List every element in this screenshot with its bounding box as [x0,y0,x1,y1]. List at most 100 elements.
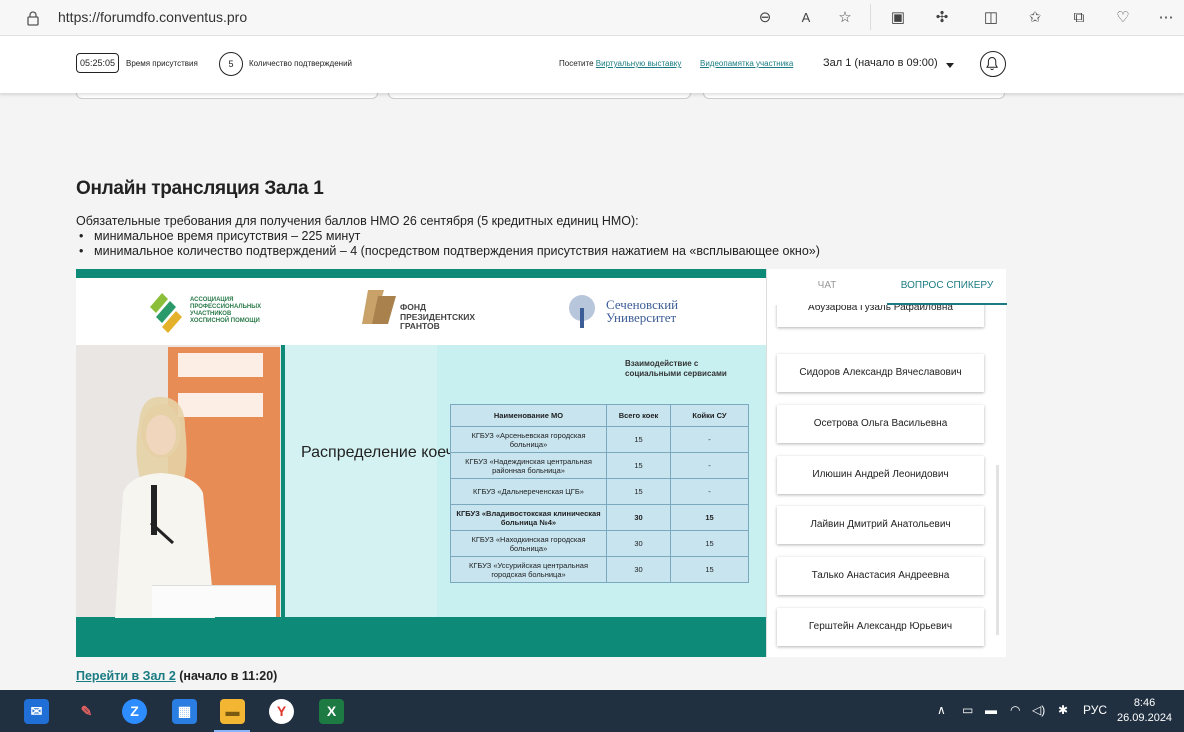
requirement-item: минимальное количество подтверждений – 4… [76,244,820,259]
scrollbar[interactable] [996,465,999,635]
split-screen-icon[interactable]: ◫ [980,7,1002,29]
speaker-card[interactable]: Сидоров Александр Вячеславович [777,354,984,392]
table-header: Койки СУ [670,404,749,427]
table-cell: - [670,478,749,505]
next-hall-time: (начало в 11:20) [175,669,278,683]
virtual-exhibition-link[interactable]: Виртуальную выставку [596,59,682,68]
clock[interactable]: 8:46 26.09.2024 [1117,696,1172,726]
table-row: КГБУЗ «Уссурийская центральная городская… [450,556,749,583]
visit-text: Посетите Виртуальную выставку [559,59,681,68]
participant-memo-link[interactable]: Видеопамятка участника [700,59,793,68]
chevron-up-icon[interactable]: ∧ [937,703,946,717]
tab-ask-speaker[interactable]: ВОПРОС СПИКЕРУ [887,269,1007,305]
zoom-icon[interactable]: ⊖ [754,7,776,29]
association-logo-icon [150,293,182,333]
read-aloud-icon[interactable]: A [795,7,817,29]
table-cell: 15 [606,426,671,453]
chevron-down-icon[interactable] [946,63,954,68]
video-player[interactable]: АССОЦИАЦИЯ ПРОФЕССИОНАЛЬНЫХ УЧАСТНИКОВ Х… [76,269,766,657]
hall-select[interactable]: Зал 1 (начало в 09:00) [823,57,938,69]
requirements: Обязательные требования для получения ба… [76,214,820,259]
requirement-item: минимальное время присутствия – 225 мину… [76,229,820,244]
slide-table: Наименование МО Всего коек Койки СУ КГБУ… [450,404,749,583]
table-row: КГБУЗ «Арсеньевская городская больница» 1… [450,426,749,453]
table-cell: 30 [606,504,671,531]
speaker-question-panel: ЧАТ ВОПРОС СПИКЕРУ Абузарова Гузаль Рафа… [766,269,1007,657]
table-header: Наименование МО [450,404,607,427]
speaker-card[interactable]: Талько Анастасия Андреевна [777,557,984,595]
next-hall-link[interactable]: Перейти в Зал 2 [76,669,176,683]
table-cell: - [670,452,749,479]
store-app-icon[interactable]: ▦ [172,699,197,724]
table-header: Всего коек [606,404,671,427]
table-cell: КГБУЗ «Арсеньевская городская больница» [450,426,607,453]
table-row: КГБУЗ «Надеждинская центральная районная… [450,452,749,479]
table-cell: КГБУЗ «Уссурийская центральная городская… [450,556,607,583]
visit-prefix: Посетите [559,59,594,68]
slide-subtitle: Взаимодействие с социальными сервисами [625,359,727,378]
zoom-app-icon[interactable]: Z [122,699,147,724]
speaker-video-frame [76,345,281,618]
speaker-card[interactable]: Осетрова Ольга Васильевна [777,405,984,443]
next-hall: Перейти в Зал 2 (начало в 11:20) [76,669,277,683]
grants-fund-logo-icon [362,290,396,324]
table-cell: - [670,426,749,453]
table-cell: КГБУЗ «Дальнереченская ЦГБ» [450,478,607,505]
tabs-icon[interactable]: ⧉ [1068,7,1090,29]
grants-fund-logo-text: ФОНД ПРЕЗИДЕНТСКИХ ГРАНТОВ [400,302,476,331]
speaker-card[interactable]: Илюшин Андрей Леонидович [777,456,984,494]
wifi-icon[interactable]: ◠ [1010,703,1020,717]
sechenov-logo-icon [569,295,595,328]
lock-icon[interactable] [26,10,40,26]
speaker-card[interactable]: Герштейн Александр Юрьевич [777,608,984,646]
clock-date: 26.09.2024 [1117,712,1173,724]
slide-logo-strip: АССОЦИАЦИЯ ПРОФЕССИОНАЛЬНЫХ УЧАСТНИКОВ Х… [76,278,766,345]
confirmations-label: Количество подтверждений [249,59,353,68]
extensions-icon[interactable]: ✣ [931,7,953,29]
battery-icon[interactable]: ▬ [985,703,997,717]
table-row: КГБУЗ «Находкинская городская больница» 3… [450,530,749,557]
speaker-card[interactable]: Абузарова Гузаль Рафаиловна [777,305,984,327]
table-cell: 15 [670,530,749,557]
favorite-star-icon[interactable]: ☆ [834,7,856,29]
volume-icon[interactable]: ◁) [1032,703,1045,717]
notifications-bell-icon[interactable] [980,51,1006,77]
favorites-icon[interactable]: ✩ [1024,7,1046,29]
collections-icon[interactable]: ▣ [887,7,909,29]
tab-chat[interactable]: ЧАТ [767,269,887,305]
language-indicator[interactable]: РУС [1083,703,1107,717]
confirmations-count: 5 [219,52,243,76]
presentation-slide: Распределение коечного фонда в Приморско… [285,345,766,617]
speaker-card[interactable]: Лайвин Дмитрий Анатольевич [777,506,984,544]
file-explorer-icon[interactable]: ▬ [220,699,245,724]
page-title: Онлайн трансляция Зала 1 [76,178,324,199]
more-menu-icon[interactable]: ⋯ [1155,7,1177,29]
card-edge [703,92,1005,99]
address-bar-url[interactable]: https://forumdfo.conventus.pro [58,9,247,25]
table-cell: КГБУЗ «Находкинская городская больница» [450,530,607,557]
presence-timer: 05:25:05 [76,53,120,73]
table-cell: 15 [606,478,671,505]
association-logo-text: АССОЦИАЦИЯ ПРОФЕССИОНАЛЬНЫХ УЧАСТНИКОВ Х… [190,297,262,324]
clock-time: 8:46 [1133,697,1156,709]
table-cell: 30 [606,556,671,583]
sechenov-logo-text: Сеченовский Университет [606,297,679,325]
browser-essentials-icon[interactable]: ♡ [1112,7,1134,29]
table-cell: 30 [606,530,671,557]
site-header: 05:25:05 Время присутствия 5 Количество … [0,36,1184,93]
paint-app-icon[interactable]: ✎ [74,699,99,724]
toolbar-divider [870,4,871,30]
card-edge [76,92,378,99]
mail-app-icon[interactable]: ✉ [24,699,49,724]
excel-app-icon[interactable]: X [319,699,344,724]
table-cell: КГБУЗ «Владивостокская клиническая больн… [450,504,607,531]
bluetooth-off-icon[interactable]: ✱ [1058,703,1068,717]
meet-now-icon[interactable]: ▭ [962,703,973,717]
table-cell: 15 [670,556,749,583]
table-cell: 15 [606,452,671,479]
taskbar: ✉ ✎ Z ▦ ▬ Y X ∧ ▭ ▬ ◠ ◁) ✱ РУС 8:46 26.0… [0,690,1184,732]
yandex-browser-icon[interactable]: Y [269,699,294,724]
table-cell: КГБУЗ «Надеждинская центральная районная… [450,452,607,479]
table-cell: 15 [670,504,749,531]
presence-timer-label: Время присутствия [126,59,198,68]
